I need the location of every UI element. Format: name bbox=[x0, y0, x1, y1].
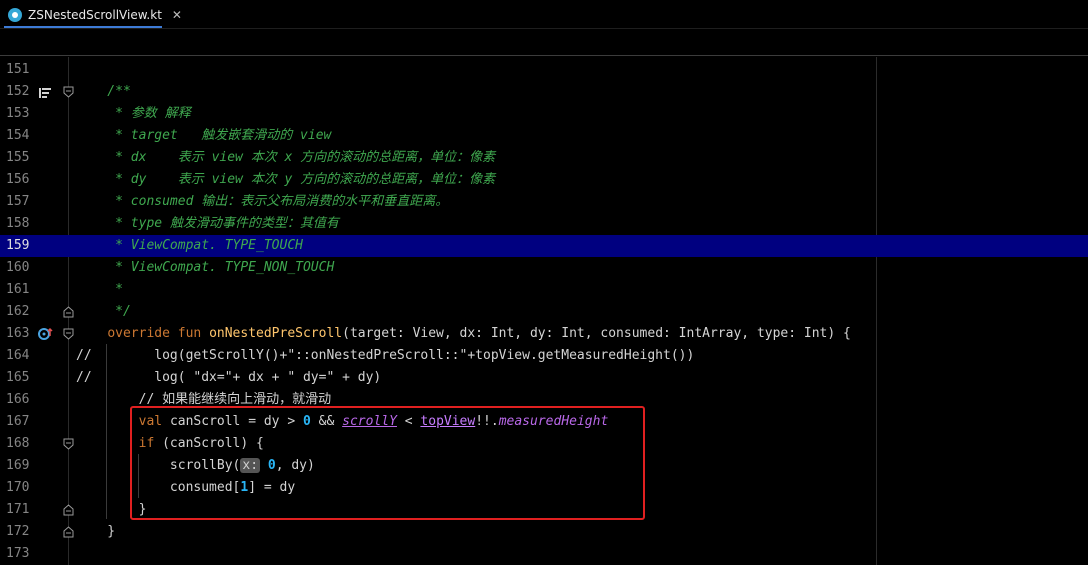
code-token: * target 触发嵌套滑动的 view bbox=[76, 128, 332, 143]
code-text[interactable]: * type 触发滑动事件的类型：其值有 bbox=[76, 213, 339, 235]
editor-tab-bar: ZSNestedScrollView.kt ✕ bbox=[0, 0, 1088, 29]
code-line[interactable]: 151 bbox=[0, 59, 1088, 81]
code-token: * consumed 输出：表示父布局消费的水平和垂直距离。 bbox=[76, 194, 449, 209]
line-number[interactable]: 160 bbox=[6, 257, 32, 279]
line-number[interactable]: 152 bbox=[6, 81, 32, 103]
code-token: /** bbox=[76, 84, 131, 99]
code-line[interactable]: 165 // log( "dx="+ dx + " dy=" + dy) bbox=[0, 367, 1088, 389]
line-number[interactable]: 168 bbox=[6, 433, 32, 455]
line-number[interactable]: 166 bbox=[6, 389, 32, 411]
close-icon[interactable]: ✕ bbox=[172, 8, 182, 22]
line-number[interactable]: 165 bbox=[6, 367, 32, 389]
fold-end-icon[interactable] bbox=[63, 504, 74, 516]
code-text[interactable]: * ViewCompat. TYPE_TOUCH bbox=[76, 235, 303, 257]
code-text[interactable]: * consumed 输出：表示父布局消费的水平和垂直距离。 bbox=[76, 191, 448, 213]
highlight-annotation-box bbox=[130, 406, 645, 520]
code-token: (target: View, dx: Int, dy: Int, consume… bbox=[342, 326, 851, 341]
line-number[interactable]: 159 bbox=[6, 235, 32, 257]
code-text[interactable]: * target 触发嵌套滑动的 view bbox=[76, 125, 331, 147]
fold-collapse-icon[interactable] bbox=[63, 328, 74, 340]
code-token: * 参数 解释 bbox=[76, 106, 191, 121]
line-number[interactable]: 173 bbox=[6, 543, 32, 565]
line-number[interactable]: 155 bbox=[6, 147, 32, 169]
line-number[interactable]: 153 bbox=[6, 103, 32, 125]
line-number[interactable]: 163 bbox=[6, 323, 32, 345]
tab-zsnestedscrollview[interactable]: ZSNestedScrollView.kt ✕ bbox=[4, 0, 186, 29]
code-text[interactable]: * ViewCompat. TYPE_NON_TOUCH bbox=[76, 257, 334, 279]
line-number[interactable]: 164 bbox=[6, 345, 32, 367]
line-number[interactable]: 158 bbox=[6, 213, 32, 235]
kotlin-file-icon bbox=[8, 7, 22, 22]
code-text[interactable]: * dy 表示 view 本次 y 方向的滚动的总距离，单位：像素 bbox=[76, 169, 495, 191]
tab-strip-border bbox=[0, 28, 1088, 29]
toolbar-separator bbox=[0, 55, 1088, 56]
code-token: */ bbox=[76, 304, 131, 319]
line-number[interactable]: 151 bbox=[6, 59, 32, 81]
code-token: * ViewCompat. TYPE_NON_TOUCH bbox=[76, 260, 335, 275]
indent-guide bbox=[106, 344, 107, 519]
code-text[interactable]: * bbox=[76, 279, 123, 301]
line-number[interactable]: 162 bbox=[6, 301, 32, 323]
code-token: // log(getScrollY()+"::onNestedPreScroll… bbox=[76, 348, 695, 363]
code-token: * bbox=[76, 282, 123, 297]
code-token: // 如果能继续向上滑动，就滑动 bbox=[138, 392, 332, 407]
code-token: onNestedPreScroll bbox=[209, 326, 343, 341]
code-line[interactable]: 160 * ViewCompat. TYPE_NON_TOUCH bbox=[0, 257, 1088, 279]
fold-end-icon[interactable] bbox=[63, 306, 74, 318]
line-number[interactable]: 154 bbox=[6, 125, 32, 147]
fold-collapse-icon[interactable] bbox=[63, 438, 74, 450]
line-number[interactable]: 157 bbox=[6, 191, 32, 213]
line-number[interactable]: 171 bbox=[6, 499, 32, 521]
code-line[interactable]: 152 /** bbox=[0, 81, 1088, 103]
code-line[interactable]: 154 * target 触发嵌套滑动的 view bbox=[0, 125, 1088, 147]
code-text[interactable]: override fun onNestedPreScroll(target: V… bbox=[76, 323, 851, 345]
code-text[interactable]: */ bbox=[76, 301, 131, 323]
code-token: * dx 表示 view 本次 x 方向的滚动的总距离，单位：像素 bbox=[76, 150, 496, 165]
tab-title: ZSNestedScrollView.kt bbox=[28, 7, 162, 22]
code-line[interactable]: 158 * type 触发滑动事件的类型：其值有 bbox=[0, 213, 1088, 235]
code-text[interactable]: } bbox=[76, 521, 115, 543]
code-text[interactable]: * 参数 解释 bbox=[76, 103, 191, 125]
code-token: override fun bbox=[107, 326, 210, 341]
code-line[interactable]: 153 * 参数 解释 bbox=[0, 103, 1088, 125]
code-text[interactable]: /** bbox=[76, 81, 131, 103]
fold-end-icon[interactable] bbox=[63, 526, 74, 538]
line-number[interactable]: 161 bbox=[6, 279, 32, 301]
line-number[interactable]: 167 bbox=[6, 411, 32, 433]
code-text[interactable]: * dx 表示 view 本次 x 方向的滚动的总距离，单位：像素 bbox=[76, 147, 495, 169]
line-number[interactable]: 169 bbox=[6, 455, 32, 477]
code-line[interactable]: 156 * dy 表示 view 本次 y 方向的滚动的总距离，单位：像素 bbox=[0, 169, 1088, 191]
code-token: // log( "dx="+ dx + " dy=" + dy) bbox=[76, 370, 382, 385]
line-number[interactable]: 156 bbox=[6, 169, 32, 191]
code-token: * ViewCompat. TYPE_TOUCH bbox=[76, 238, 303, 253]
fold-collapse-icon[interactable] bbox=[63, 86, 74, 98]
code-line[interactable]: 172 } bbox=[0, 521, 1088, 543]
line-number[interactable]: 172 bbox=[6, 521, 32, 543]
code-text[interactable]: // log( "dx="+ dx + " dy=" + dy) bbox=[76, 367, 381, 389]
code-line[interactable]: 159 * ViewCompat. TYPE_TOUCH bbox=[0, 235, 1088, 257]
code-line[interactable]: 155 * dx 表示 view 本次 x 方向的滚动的总距离，单位：像素 bbox=[0, 147, 1088, 169]
code-token: * dy 表示 view 本次 y 方向的滚动的总距离，单位：像素 bbox=[76, 172, 496, 187]
code-token: * type 触发滑动事件的类型：其值有 bbox=[76, 216, 339, 231]
code-line[interactable]: 162 */ bbox=[0, 301, 1088, 323]
code-token: } bbox=[76, 524, 116, 539]
code-text[interactable]: // log(getScrollY()+"::onNestedPreScroll… bbox=[76, 345, 694, 367]
line-number[interactable]: 170 bbox=[6, 477, 32, 499]
code-line[interactable]: 161 * bbox=[0, 279, 1088, 301]
code-line[interactable]: 164 // log(getScrollY()+"::onNestedPreScr… bbox=[0, 345, 1088, 367]
code-line[interactable]: 173 bbox=[0, 543, 1088, 565]
code-line[interactable]: 163 override fun onNestedPreScroll(targe… bbox=[0, 323, 1088, 345]
code-line[interactable]: 157 * consumed 输出：表示父布局消费的水平和垂直距离。 bbox=[0, 191, 1088, 213]
